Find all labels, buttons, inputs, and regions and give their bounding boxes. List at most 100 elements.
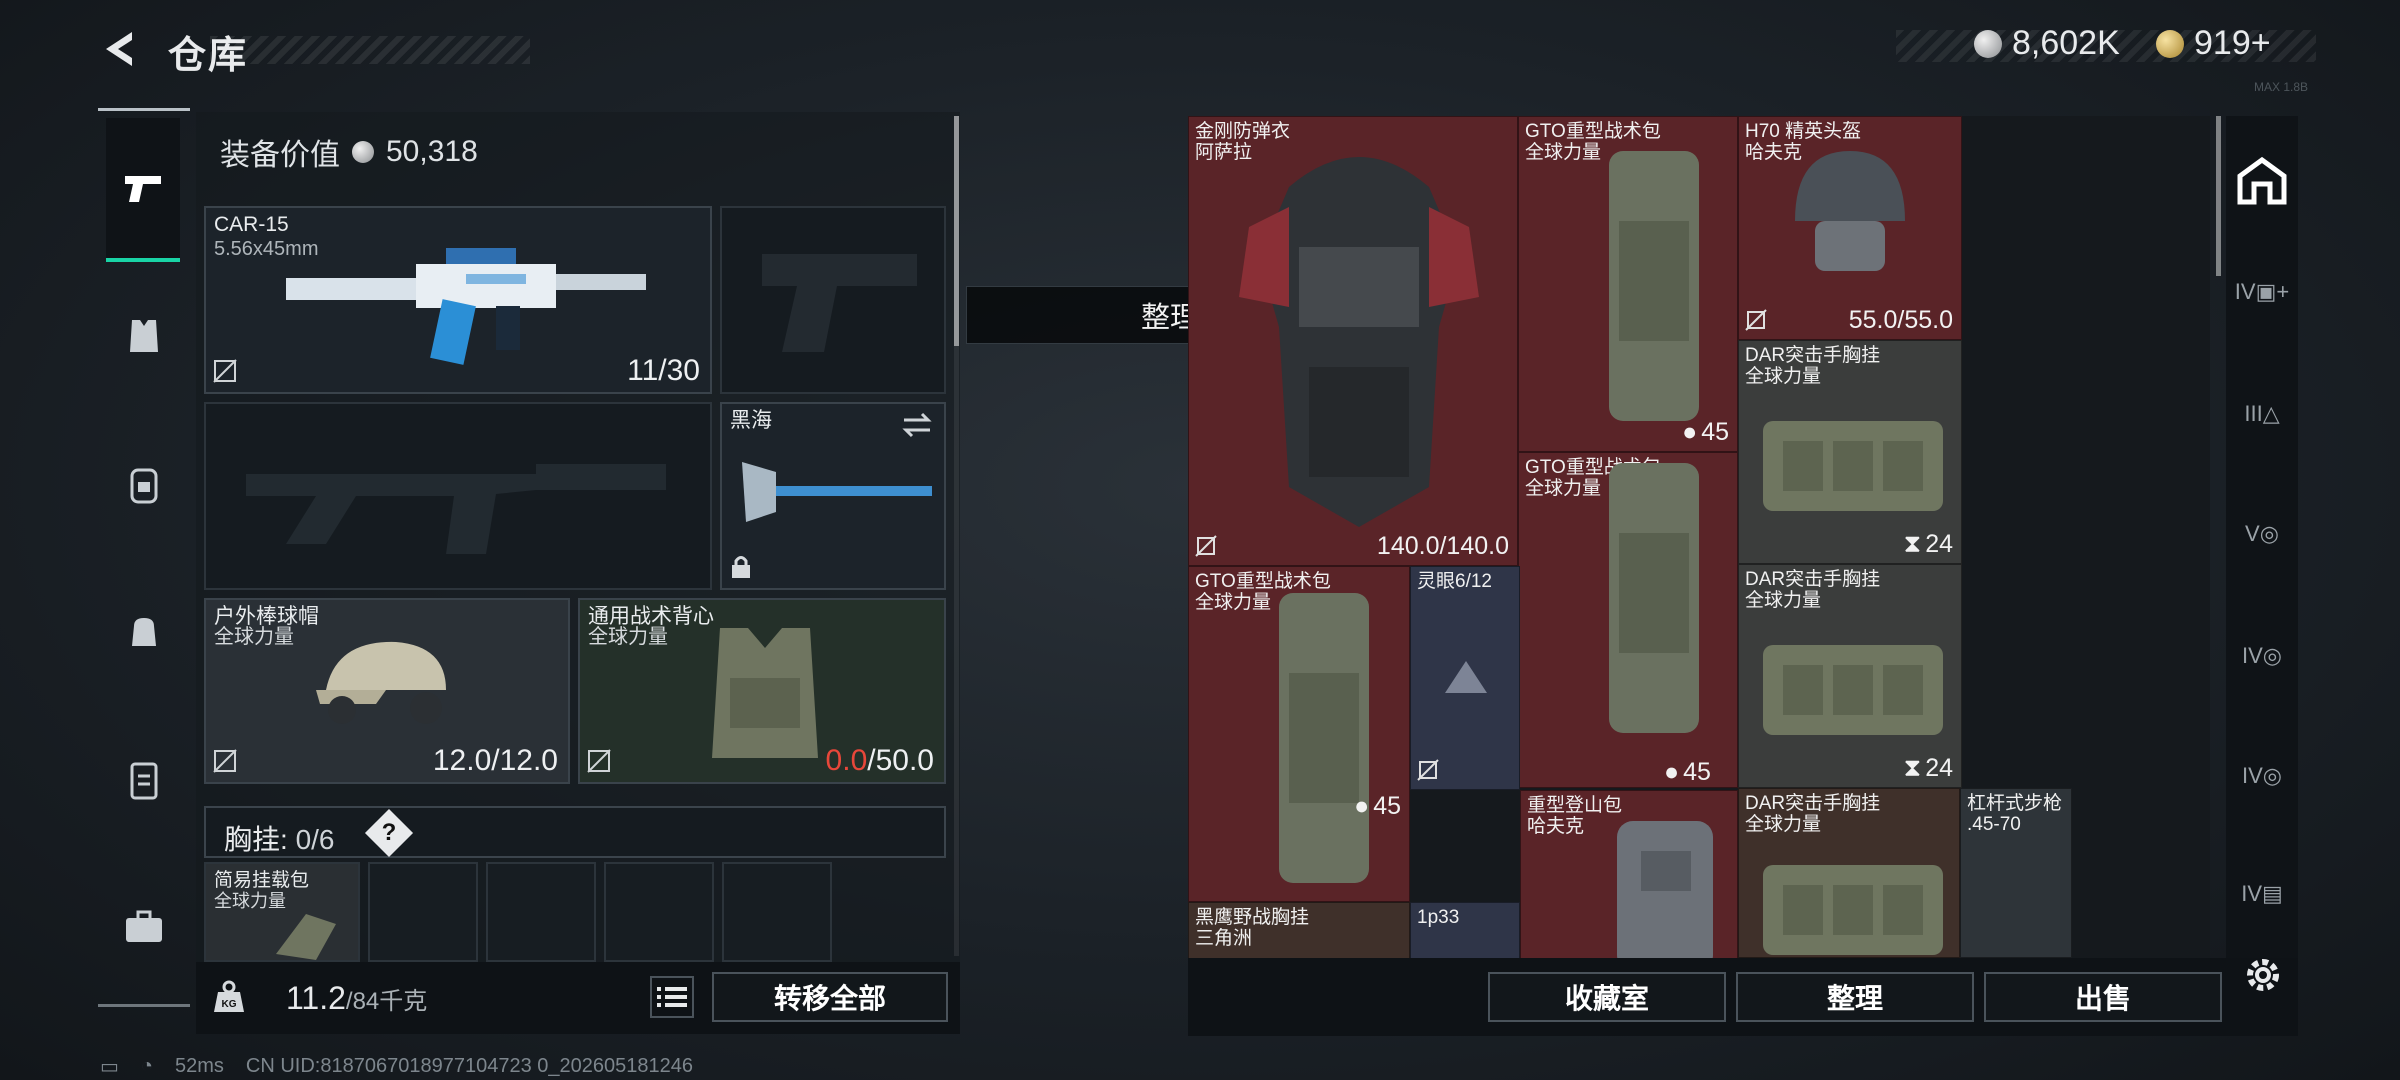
gear-icon[interactable] (2240, 952, 2286, 998)
weapon-ammo: 11/30 (627, 354, 700, 387)
pistol-slot[interactable] (720, 206, 946, 394)
weight-current: 11.2 (286, 980, 346, 1016)
helmet-durability: 12.0/12.0 (432, 744, 558, 777)
swap-icon[interactable] (900, 410, 934, 440)
filter-tab-4[interactable]: IV◎ (2232, 626, 2292, 686)
filter-tab-3[interactable]: V◎ (2232, 504, 2292, 564)
sell-button[interactable]: 出售 (1984, 972, 2222, 1022)
lock-icon (732, 556, 750, 578)
armor-slot[interactable]: 通用战术背心 全球力量 0.0/50.0 (578, 598, 946, 784)
chest-slot-empty[interactable] (604, 862, 714, 962)
melee-slot[interactable]: 黑海 (720, 402, 946, 590)
helmet-faction: 全球力量 (214, 626, 294, 648)
weight-total: /84千克 (345, 988, 428, 1015)
silver-coin-icon (352, 141, 374, 163)
item-capacity: ● 45 (1664, 758, 1711, 787)
chest-slot-empty[interactable] (722, 862, 832, 962)
capacity-icon: ● (1664, 758, 1680, 786)
item-name: 重型登山包 哈夫克 (1527, 795, 1622, 837)
nav-weapons-tab[interactable] (106, 118, 180, 262)
item-name: 黑鹰野战胸挂 三角洲 (1195, 907, 1309, 949)
warehouse-icon (2237, 156, 2287, 205)
storage-item[interactable]: DAR突击手胸挂 全球力量 ⧗ 24 (1738, 564, 1962, 788)
case-icon (130, 762, 158, 800)
no-durability-icon (213, 359, 237, 383)
rail-label: IV (2234, 279, 2256, 304)
storage-grid: 金刚防弹衣 阿萨拉 140.0/140.0 GTO重型战术包 全球力量 ● 45 H7… (1188, 116, 2210, 958)
weight-kg-icon: KG (214, 980, 244, 1012)
silver-currency[interactable]: 8,602K (1974, 24, 2120, 63)
chest-rig-image (1763, 865, 1943, 955)
storage-scrollbar[interactable] (2216, 116, 2221, 276)
axe-image (742, 462, 932, 522)
transfer-all-button[interactable]: 转移全部 (712, 972, 948, 1022)
filter-tab-5[interactable]: IV◎ (2232, 746, 2292, 806)
chest-slot-empty[interactable] (486, 862, 596, 962)
item-name: DAR突击手胸挂 全球力量 (1745, 345, 1880, 387)
list-view-button[interactable] (650, 976, 694, 1018)
item-faction: 全球力量 (1745, 590, 1822, 611)
vest-icon (130, 320, 158, 352)
storage-item[interactable]: DAR突击手胸挂 全球力量 ⧗ 24 (1738, 340, 1962, 564)
capacity-icon: ● (1682, 418, 1698, 446)
loadout-scrollbar-thumb[interactable] (954, 116, 959, 346)
nav-case-tab[interactable] (108, 744, 180, 816)
item-faction: 全球力量 (1745, 814, 1822, 835)
helmet-slot[interactable]: 户外棒球帽 全球力量 12.0/12.0 (204, 598, 570, 784)
capacity-value: 24 (1925, 754, 1953, 782)
storage-item[interactable]: GTO重型战术包 全球力量 (1518, 452, 1738, 788)
armor-faction: 全球力量 (588, 626, 668, 648)
storage-item[interactable]: 杠杆式步枪 .45-70 (1960, 788, 2072, 958)
nav-top-divider (98, 108, 190, 111)
storage-item[interactable]: 黑鹰野战胸挂 三角洲 (1188, 902, 1410, 958)
armor-name: 通用战术背心 (588, 605, 714, 628)
backpack-icon (130, 468, 158, 504)
primary-weapon-slot[interactable]: CAR-15 5.56x45mm 11/30 (204, 206, 712, 394)
storage-item[interactable]: GTO重型战术包 全球力量 ● 45 (1188, 566, 1410, 902)
storage-item[interactable]: 重型登山包 哈夫克 (1520, 790, 1738, 958)
capacity-value: 45 (1701, 418, 1729, 446)
backpack-image (1609, 151, 1699, 421)
item-title: H70 精英头盔 (1745, 121, 1862, 142)
item-title: 黑鹰野战胸挂 (1195, 907, 1310, 928)
armor-durability-current: 0.0 (825, 744, 868, 777)
help-text: ? (381, 819, 397, 846)
help-icon[interactable]: ? (364, 808, 414, 858)
nav-toolbox-tab[interactable] (108, 890, 180, 962)
filter-tab-2[interactable]: III△ (2232, 384, 2292, 444)
no-durability-icon (587, 749, 611, 773)
list-icon (657, 987, 687, 1007)
item-capacity: ⧗ 24 (1904, 530, 1953, 559)
sort-button[interactable]: 整理 (1736, 972, 1974, 1022)
chest-slot-empty[interactable] (368, 862, 478, 962)
rail-label: III (2244, 401, 2263, 426)
rifle-image (286, 248, 646, 365)
filter-tab-1[interactable]: IV▣+ (2232, 262, 2292, 322)
no-durability-icon (1195, 535, 1217, 557)
chest-item-slot[interactable]: 简易挂载包 全球力量 (204, 862, 360, 962)
weight-readout: 11.2/84千克 (286, 980, 427, 1017)
secondary-weapon-slot[interactable] (204, 402, 712, 590)
collection-room-button[interactable]: 收藏室 (1488, 972, 1726, 1022)
storage-item[interactable]: 金刚防弹衣 阿萨拉 140.0/140.0 (1188, 116, 1518, 566)
storage-item[interactable]: H70 精英头盔 哈夫克 55.0/55.0 (1738, 116, 1962, 340)
back-arrow-icon[interactable] (98, 26, 144, 72)
no-durability-icon (213, 749, 237, 773)
bag-icon (132, 618, 156, 646)
filter-tab-6[interactable]: IV▤ (2232, 864, 2292, 924)
ping: 52ms (175, 1055, 224, 1077)
storage-item[interactable]: DAR突击手胸挂 全球力量 (1738, 788, 1960, 958)
storage-item[interactable]: 灵眼6/12 (1410, 566, 1520, 790)
nav-bag-tab[interactable] (108, 596, 180, 668)
filter-all-tab[interactable] (2232, 150, 2292, 210)
storage-item[interactable]: 1p33 (1410, 902, 1520, 958)
storage-item[interactable]: GTO重型战术包 全球力量 ● 45 (1518, 116, 1738, 452)
pouch-image (276, 914, 336, 960)
battery-icon: ▭ (100, 1056, 119, 1078)
item-name: DAR突击手胸挂 全球力量 (1745, 793, 1880, 835)
nav-backpack-tab[interactable] (108, 448, 180, 520)
gold-currency[interactable]: 919+ (2156, 24, 2271, 63)
equipment-value-amount: 50,318 (386, 135, 478, 168)
item-capacity: ⧗ 24 (1904, 754, 1953, 783)
nav-armor-tab[interactable] (108, 300, 180, 372)
